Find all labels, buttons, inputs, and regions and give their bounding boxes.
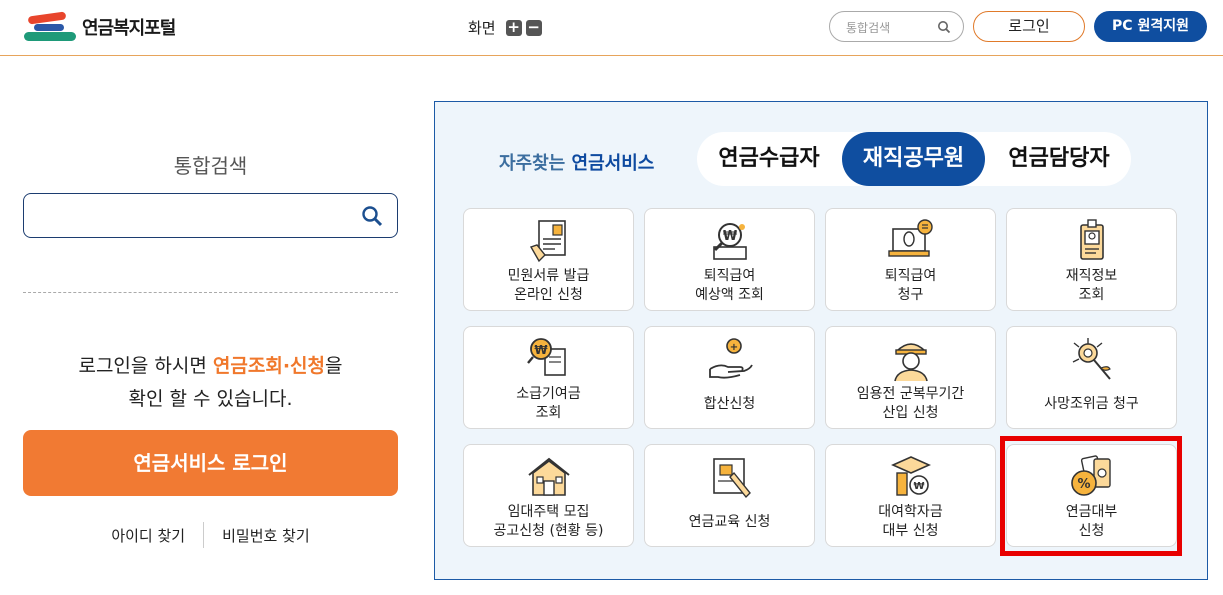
- header-search-input[interactable]: 통합검색: [829, 11, 964, 42]
- freq-title-bold: 연금서비스: [571, 153, 655, 174]
- service-card-civil-documents[interactable]: 민원서류 발급 온라인 신청: [463, 208, 634, 311]
- house-icon: [528, 457, 570, 496]
- service-card-rental-housing[interactable]: 임대주택 모집 공고신청 (현황 등): [463, 444, 634, 547]
- service-card-retroactive-contribution[interactable]: ₩ 소급기여금 조회: [463, 326, 634, 429]
- link-separator: [203, 522, 205, 548]
- pension-service-login-button[interactable]: 연금서비스 로그인: [23, 430, 398, 496]
- card-label: 민원서류 발급 온라인 신청: [507, 268, 590, 303]
- won-search-doc-icon: ₩: [527, 338, 566, 376]
- search-icon[interactable]: [361, 205, 383, 227]
- hand-coin-icon: +: [709, 338, 753, 379]
- service-card-student-loan[interactable]: ₩ 대여학자금 대부 신청: [825, 444, 996, 547]
- find-id-link[interactable]: 아이디 찾기: [111, 525, 185, 546]
- header-search-placeholder: 통합검색: [846, 21, 891, 35]
- logo-text: 연금복지포털: [82, 18, 176, 39]
- tab-pension-recipient[interactable]: 연금수급자: [697, 132, 841, 186]
- search-icon[interactable]: [937, 20, 951, 34]
- freq-title-pre: 자주찾는: [499, 153, 572, 174]
- education-pen-icon: [713, 458, 751, 499]
- zoom-control: 화면 + −: [468, 17, 542, 38]
- find-links: 아이디 찾기 비밀번호 찾기: [23, 522, 398, 548]
- login-msg-pre: 로그인을 하시면: [78, 355, 213, 377]
- card-label: 합산신청: [703, 396, 756, 412]
- zoom-label: 화면: [468, 19, 496, 37]
- card-label: 퇴직급여 청구: [884, 268, 937, 303]
- card-label: 소급기여금 조회: [516, 386, 581, 421]
- zoom-in-button[interactable]: +: [505, 19, 522, 36]
- login-msg-highlight: 연금조회·신청: [212, 355, 326, 377]
- integrated-search-input[interactable]: [23, 193, 398, 238]
- svg-text:+: +: [730, 342, 738, 353]
- card-label: 대여학자금 대부 신청: [878, 504, 943, 539]
- document-certificate-icon: [529, 220, 566, 263]
- card-label: 연금교육 신청: [688, 514, 771, 530]
- svg-text:₩: ₩: [723, 229, 738, 244]
- won-magnifier-icon: ₩: [713, 223, 747, 260]
- soldier-icon: [894, 343, 928, 382]
- logo[interactable]: 연금복지포털: [24, 10, 176, 44]
- svg-text:₩: ₩: [534, 343, 548, 357]
- find-password-link[interactable]: 비밀번호 찾기: [222, 525, 310, 546]
- id-badge-icon: [1080, 219, 1104, 260]
- card-label: 사망조위금 청구: [1044, 396, 1139, 412]
- login-message: 로그인을 하시면 연금조회·신청을 확인 할 수 있습니다.: [23, 350, 398, 416]
- zoom-out-button[interactable]: −: [525, 19, 542, 36]
- graduation-coin-icon: ₩: [891, 456, 931, 496]
- card-label: 임대주택 모집 공고신청 (현황 등): [493, 504, 604, 539]
- tab-active-employee[interactable]: 재직공무원: [842, 132, 985, 186]
- frequent-services-title: 자주찾는 연금서비스: [499, 149, 654, 175]
- login-button[interactable]: 로그인: [973, 11, 1085, 42]
- service-card-condolence-claim[interactable]: 사망조위금 청구: [1006, 326, 1177, 429]
- chrysanthemum-icon: [1072, 338, 1111, 380]
- svg-text:₩: ₩: [913, 481, 924, 492]
- header: 연금복지포털 화면 + − 통합검색 로그인 PC 원격지원: [0, 0, 1223, 56]
- remote-support-button[interactable]: PC 원격지원: [1094, 11, 1207, 42]
- tab-pension-manager[interactable]: 연금담당자: [987, 132, 1131, 186]
- service-card-military-service[interactable]: 임용전 군복무기간 산입 신청: [825, 326, 996, 429]
- search-title: 통합검색: [173, 154, 248, 178]
- login-msg-post: 을: [325, 355, 343, 377]
- card-label: 임용전 군복무기간 산입 신청: [856, 386, 965, 421]
- highlight-box: [1000, 436, 1182, 556]
- service-card-retirement-claim[interactable]: 퇴직급여 청구: [825, 208, 996, 311]
- service-card-employment-info[interactable]: 재직정보 조회: [1006, 208, 1177, 311]
- user-type-tabs: 연금수급자 재직공무원 연금담당자: [697, 132, 1131, 186]
- service-card-pension-education[interactable]: 연금교육 신청: [644, 444, 815, 547]
- card-label: 퇴직급여 예상액 조회: [695, 268, 764, 303]
- laptop-mouse-icon: [888, 219, 933, 257]
- service-card-combined-application[interactable]: + 합산신청: [644, 326, 815, 429]
- divider: [23, 292, 398, 293]
- card-label: 재직정보 조회: [1065, 268, 1118, 303]
- service-card-retirement-estimate[interactable]: ₩ 퇴직급여 예상액 조회: [644, 208, 815, 311]
- login-msg-line2: 확인 할 수 있습니다.: [128, 388, 293, 410]
- logo-mark-icon: [24, 10, 78, 44]
